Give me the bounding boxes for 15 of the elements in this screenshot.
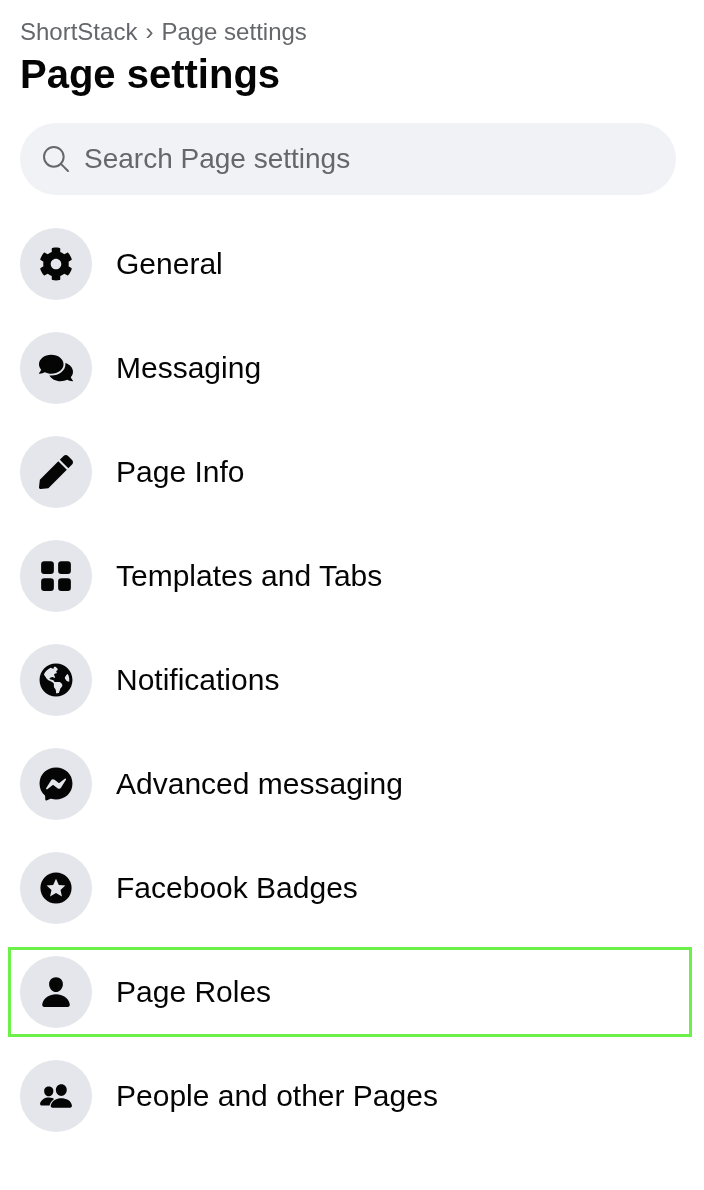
menu-item[interactable]: People and other Pages [8,1051,692,1141]
menu-item[interactable]: Advanced messaging [8,739,692,829]
breadcrumb-item[interactable]: ShortStack [20,18,138,46]
search-icon [40,143,72,175]
menu-item[interactable]: General [8,219,692,309]
breadcrumb-item: Page settings [161,18,307,46]
menu-item[interactable]: Templates and Tabs [8,531,692,621]
breadcrumb-separator: › [145,18,154,46]
menu-item[interactable]: Notifications [8,635,692,725]
menu-item[interactable]: Facebook Badges [8,843,692,933]
menu-item[interactable]: Page Info [8,427,692,517]
menu-item[interactable]: Messaging [8,323,692,413]
page-title: Page settings [20,52,282,97]
menu-item[interactable]: Page Roles [8,947,692,1037]
search-field[interactable]: Search Page settings [20,123,676,195]
